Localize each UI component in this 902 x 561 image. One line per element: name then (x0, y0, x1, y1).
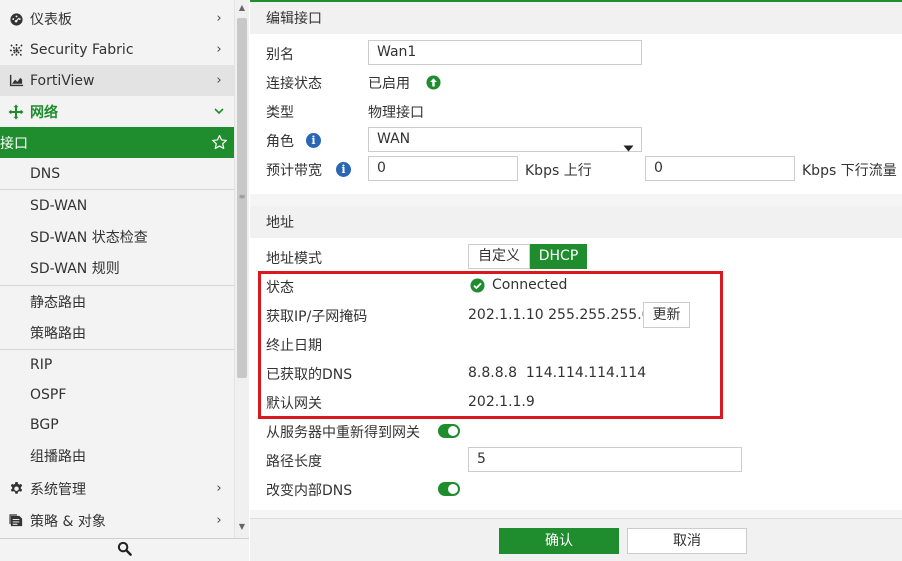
sidebar-item-multicast-routing[interactable]: 组播路由 (0, 440, 234, 471)
chevron-right-icon: › (216, 480, 222, 496)
sidebar-item-label: Security Fabric (30, 42, 134, 58)
form-footer: 确认 取消 (250, 518, 902, 561)
link-status-label: 连接状态 (266, 76, 322, 92)
sidebar-item-interfaces[interactable]: 接口 (0, 127, 234, 158)
sidebar-scrollbar[interactable]: ▲ ≡ ▼ (234, 0, 249, 538)
sidebar-item-rip[interactable]: RIP (0, 350, 234, 380)
sidebar-item-label: SD-WAN (30, 197, 88, 214)
star-outline-icon[interactable] (210, 134, 228, 152)
role-label: 角色 (266, 134, 294, 150)
sidebar-item-label: SD-WAN 状态检查 (30, 229, 148, 246)
sidebar-item-label: 接口 (0, 135, 28, 152)
fortiview-chart-icon (8, 73, 24, 89)
sidebar-item-dashboard[interactable]: 仪表板 › (0, 4, 234, 34)
type-label: 类型 (266, 105, 294, 121)
sidebar-item-network[interactable]: 网络 (0, 96, 234, 127)
upstream-unit-label: Kbps 上行 (525, 163, 592, 179)
sidebar-item-security-fabric[interactable]: Security Fabric › (0, 35, 234, 65)
link-status-value: 已启用 (368, 76, 410, 92)
override-dns-label: 改变内部DNS (266, 483, 353, 499)
section-title: 编辑接口 (266, 11, 322, 27)
scrollbar-grip-icon: ≡ (238, 192, 246, 201)
policy-icon (8, 513, 24, 529)
sidebar-item-static-routes[interactable]: 静态路由 (0, 286, 234, 317)
mode-dhcp-button[interactable]: DHCP (530, 244, 587, 269)
role-select[interactable]: WAN (368, 127, 642, 152)
sidebar-item-ospf[interactable]: OSPF (0, 380, 234, 410)
downstream-bandwidth-input[interactable]: 0 (645, 156, 795, 181)
sidebar-item-label: 网络 (30, 104, 58, 121)
type-value: 物理接口 (368, 105, 424, 121)
distance-label: 路径长度 (266, 454, 322, 470)
chevron-down-icon (213, 104, 225, 120)
annotation-highlight-box (258, 271, 723, 419)
network-move-icon (8, 104, 24, 120)
sidebar-item-fortiview[interactable]: FortiView › (0, 65, 234, 96)
sidebar-item-sd-wan-status-check[interactable]: SD-WAN 状态检查 (0, 221, 234, 252)
downstream-unit-label: Kbps 下行流量 (802, 163, 897, 179)
retrieve-gateway-label: 从服务器中重新得到网关 (266, 425, 420, 441)
info-icon[interactable]: i (336, 161, 351, 177)
sidebar-item-label: RIP (30, 357, 53, 373)
scroll-up-arrow-icon[interactable]: ▲ (235, 1, 249, 15)
sidebar-item-label: DNS (30, 166, 61, 182)
sidebar-item-label: BGP (30, 417, 59, 433)
arrow-up-circle-icon (426, 75, 441, 94)
security-fabric-icon (8, 42, 24, 58)
sidebar-search-button[interactable] (0, 538, 249, 561)
sidebar-item-label: 仪表板 (30, 12, 72, 28)
info-icon[interactable]: i (306, 132, 321, 148)
distance-input[interactable]: 5 (468, 447, 742, 472)
caret-down-icon (623, 137, 634, 160)
sidebar-item-bgp[interactable]: BGP (0, 410, 234, 440)
override-dns-toggle[interactable] (438, 482, 460, 496)
retrieve-gateway-toggle[interactable] (438, 424, 460, 438)
section-header-edit-interface: 编辑接口 (250, 0, 902, 34)
sidebar-item-label: OSPF (30, 387, 67, 403)
sidebar-item-label: 策略路由 (30, 325, 86, 342)
alias-label: 别名 (266, 47, 294, 63)
ok-button[interactable]: 确认 (499, 528, 619, 554)
alias-input[interactable]: Wan1 (368, 40, 642, 65)
sidebar-item-policy-objects[interactable]: 策略 & 对象 › (0, 505, 234, 536)
sidebar-item-system[interactable]: 系统管理 › (0, 473, 234, 504)
upstream-bandwidth-input[interactable]: 0 (368, 156, 518, 181)
interface-settings-panel: 别名 Wan1 连接状态 已启用 类型 物理接口 角色 i WAN 预计带宽 i… (250, 34, 902, 194)
addressing-mode-label: 地址模式 (266, 251, 322, 267)
sidebar-item-label: 策略 & 对象 (30, 513, 106, 530)
sidebar-item-label: 系统管理 (30, 481, 86, 498)
sidebar-item-label: 静态路由 (30, 294, 86, 311)
gear-icon (8, 481, 24, 497)
sidebar-item-policy-routes[interactable]: 策略路由 (0, 317, 234, 348)
sidebar-item-sd-wan[interactable]: SD-WAN (0, 190, 234, 221)
chevron-right-icon: › (216, 11, 222, 26)
cancel-button[interactable]: 取消 (627, 528, 747, 554)
bandwidth-label: 预计带宽 (266, 163, 322, 179)
section-header-address: 地址 (250, 206, 902, 238)
role-select-value: WAN (377, 131, 411, 147)
mode-manual-button[interactable]: 自定义 (468, 244, 530, 269)
chevron-right-icon: › (216, 42, 222, 57)
sidebar-item-dns[interactable]: DNS (0, 159, 234, 189)
chevron-right-icon: › (216, 512, 222, 528)
sidebar: 仪表板 › Security Fabric › FortiView › 网络 接… (0, 0, 249, 561)
section-title: 地址 (266, 215, 294, 231)
sidebar-item-label: 组播路由 (30, 448, 86, 465)
sidebar-item-label: SD-WAN 规则 (30, 261, 120, 277)
sidebar-item-sd-wan-rules[interactable]: SD-WAN 规则 (0, 252, 234, 284)
sidebar-item-label: FortiView (30, 72, 95, 89)
scroll-down-arrow-icon[interactable]: ▼ (235, 520, 249, 534)
chevron-right-icon: › (216, 72, 222, 88)
search-icon (117, 541, 132, 560)
dashboard-icon (8, 11, 24, 27)
